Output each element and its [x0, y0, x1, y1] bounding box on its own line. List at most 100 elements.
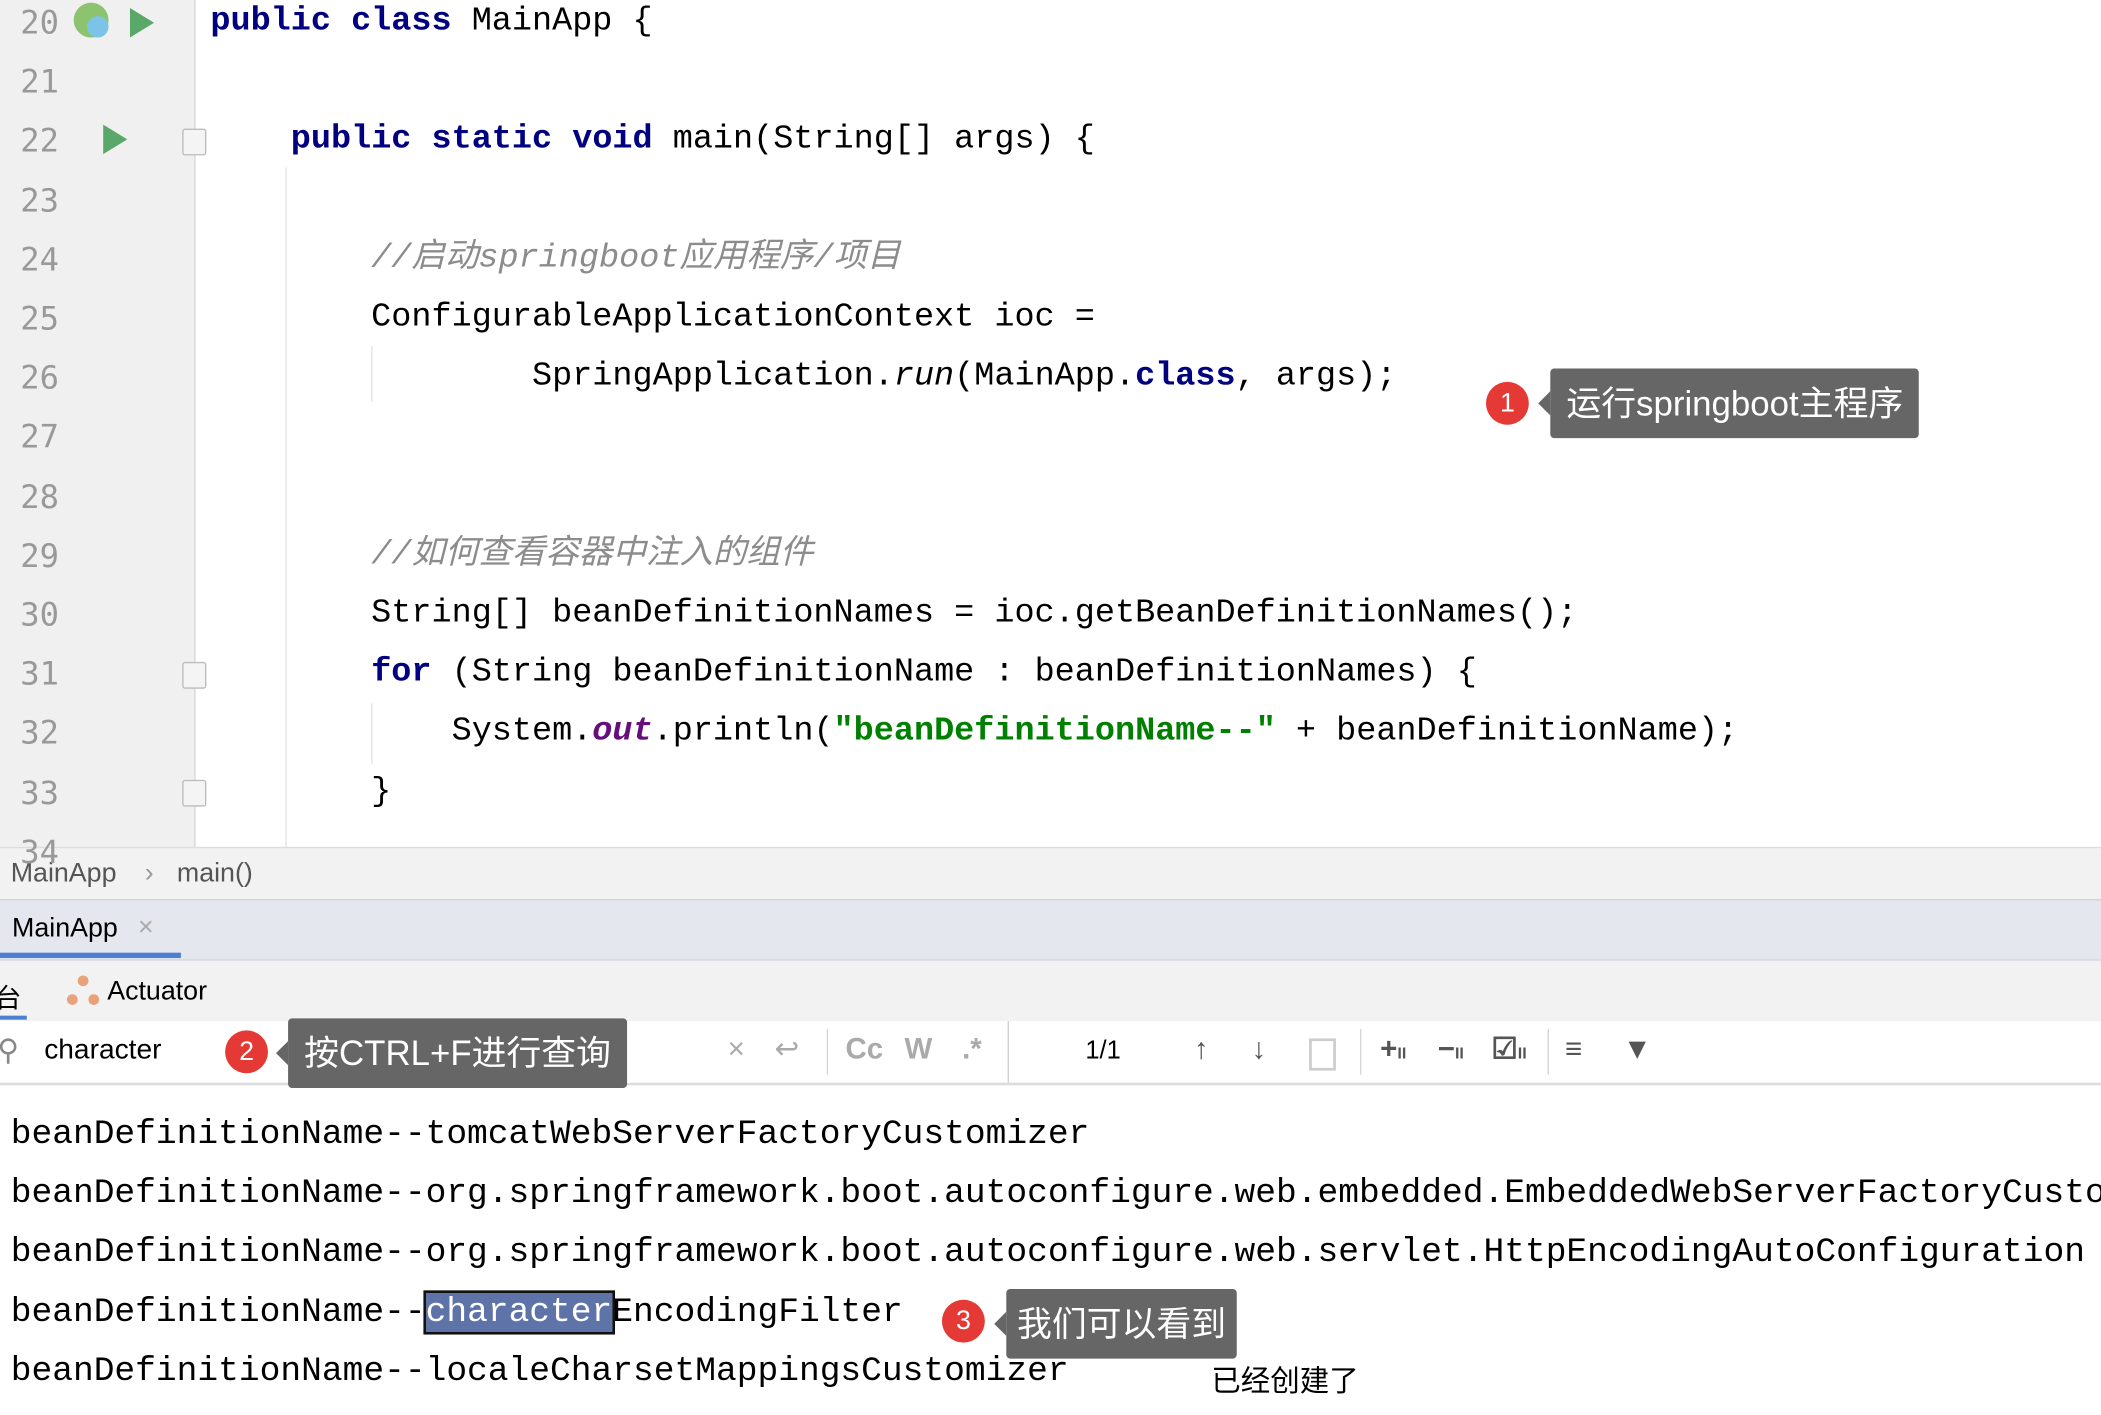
line-number: 26 [20, 359, 59, 397]
search-icon[interactable]: ⚲ [0, 1033, 19, 1068]
active-tab-indicator [0, 952, 181, 959]
code-token: public class [210, 1, 452, 41]
code-token: ConfigurableApplicationContext ioc = [210, 297, 1095, 337]
divider [826, 1029, 829, 1075]
whole-words-toggle[interactable]: W [904, 1032, 932, 1067]
line-number: 22 [20, 122, 59, 160]
line-number: 27 [20, 418, 59, 457]
code-token: .println( [652, 712, 834, 751]
code-token: main(String[] args) { [652, 119, 1095, 159]
console-text: beanDefinitionName--localeCharsetMapping… [10, 1351, 1069, 1391]
multiline-icon[interactable]: ↩ [774, 1032, 799, 1067]
divider [1360, 1029, 1362, 1075]
next-match-icon[interactable]: ↓ [1251, 1032, 1266, 1067]
line-number: 20 [20, 4, 59, 42]
fold-icon[interactable] [182, 779, 207, 807]
console-text: beanDefinitionName--org.springframework.… [10, 1233, 2086, 1273]
code-line: public static void main(String[] args) { [210, 120, 1095, 160]
breadcrumb-separator: › [144, 858, 154, 889]
filter-icon[interactable]: ▼ [1623, 1032, 1652, 1067]
previous-match-icon[interactable]: ↑ [1194, 1032, 1209, 1067]
console-text: beanDefinitionName--tomcatWebServerFacto… [10, 1114, 1090, 1154]
annotation-tooltip-1: 运行springboot主程序 [1538, 368, 1920, 439]
code-token: } [210, 771, 392, 811]
console-tabs: 台 Actuator [0, 960, 2101, 1023]
code-token: "beanDefinitionName--" [833, 712, 1276, 751]
annotation-tooltip-3: 我们可以看到 [994, 1289, 1237, 1359]
select-occurrences-icon[interactable]: ☑II [1491, 1032, 1526, 1067]
line-number: 21 [20, 63, 59, 101]
indent-guide [285, 167, 287, 847]
match-count: 1/1 [1085, 1037, 1121, 1066]
select-all-occurrences-icon[interactable] [1309, 1038, 1336, 1071]
close-icon[interactable]: × [138, 912, 154, 943]
line-number: 32 [20, 714, 59, 753]
console-line: beanDefinitionName--tomcatWebServerFacto… [11, 1115, 1090, 1154]
code-line: SpringApplication.run(MainApp.class, arg… [210, 357, 1396, 397]
line-number: 34 [20, 833, 59, 871]
line-number: 29 [20, 537, 59, 575]
console-line: beanDefinitionName--org.springframework.… [11, 1233, 2085, 1272]
search-match-highlight: character [422, 1289, 615, 1335]
search-input[interactable]: character [44, 1034, 161, 1066]
spring-bean-icon[interactable] [73, 2, 109, 38]
indent-guide [371, 703, 373, 764]
code-line: public class MainApp { [210, 1, 652, 41]
code-token: class [1135, 356, 1236, 396]
code-line: System.out.println("beanDefinitionName--… [210, 712, 1739, 752]
console-text: EncodingFilter [612, 1292, 903, 1332]
code-line: //如何查看容器中注入的组件 [210, 534, 813, 574]
fold-icon[interactable] [182, 661, 207, 689]
ide-window: public class MainApp { public static voi… [0, 0, 2101, 1415]
breadcrumb-method[interactable]: main() [177, 859, 253, 890]
run-class-icon[interactable] [129, 8, 155, 38]
annotation-badge-3: 3 [941, 1299, 985, 1343]
code-token: System. [210, 712, 593, 751]
tab-mainapp[interactable]: MainApp × [0, 900, 181, 959]
breadcrumb: MainApp › main() [0, 846, 2101, 901]
remove-selection-icon[interactable]: −II [1438, 1032, 1464, 1067]
console-text: beanDefinitionName--org.springframework.… [10, 1174, 2101, 1213]
tab-label: MainApp [12, 913, 118, 944]
code-token: , args); [1235, 356, 1397, 396]
tab-console[interactable]: 台 [0, 977, 21, 1016]
filter-lines-icon[interactable]: ≡ [1565, 1032, 1582, 1067]
active-tab-indicator [0, 1015, 27, 1020]
code-token: for [371, 652, 432, 692]
match-case-toggle[interactable]: Cc [845, 1032, 883, 1067]
line-number: 31 [20, 655, 59, 693]
line-number: 23 [20, 181, 59, 220]
add-selection-icon[interactable]: +II [1380, 1032, 1406, 1067]
code-token: MainApp { [451, 1, 653, 41]
code-token: //启动springboot应用程序/项目 [371, 238, 901, 278]
code-line: String[] beanDefinitionNames = ioc.getBe… [210, 594, 1577, 634]
code-token: SpringApplication. [210, 356, 894, 396]
fold-icon[interactable] [182, 128, 207, 156]
annotation-badge-2: 2 [225, 1030, 268, 1074]
console-line: beanDefinitionName--characterEncodingFil… [10, 1289, 903, 1335]
console-text: beanDefinitionName-- [10, 1292, 426, 1332]
code-line: ConfigurableApplicationContext ioc = [210, 297, 1095, 337]
code-token: String[] beanDefinitionNames = ioc.getBe… [210, 593, 1578, 633]
clear-search-icon[interactable]: × [728, 1032, 745, 1067]
actuator-icon [66, 975, 100, 1005]
line-number: 25 [20, 300, 59, 338]
annotation-tooltip-2: 按CTRL+F进行查询 [276, 1018, 628, 1089]
run-main-icon[interactable] [103, 124, 128, 155]
annotation-badge-1: 1 [1485, 381, 1529, 425]
line-number: 30 [20, 596, 59, 634]
line-number: 33 [20, 773, 59, 812]
code-token: //如何查看容器中注入的组件 [371, 534, 814, 574]
tab-actuator[interactable]: Actuator [107, 977, 207, 1008]
divider [1547, 1029, 1549, 1075]
code-token: (String beanDefinitionName : beanDefinit… [431, 652, 1477, 692]
code-line: } [210, 771, 391, 811]
line-number: 28 [20, 477, 59, 516]
regex-toggle[interactable]: .* [962, 1032, 982, 1067]
indent-guide [371, 345, 373, 402]
code-token: (MainApp. [954, 356, 1136, 396]
